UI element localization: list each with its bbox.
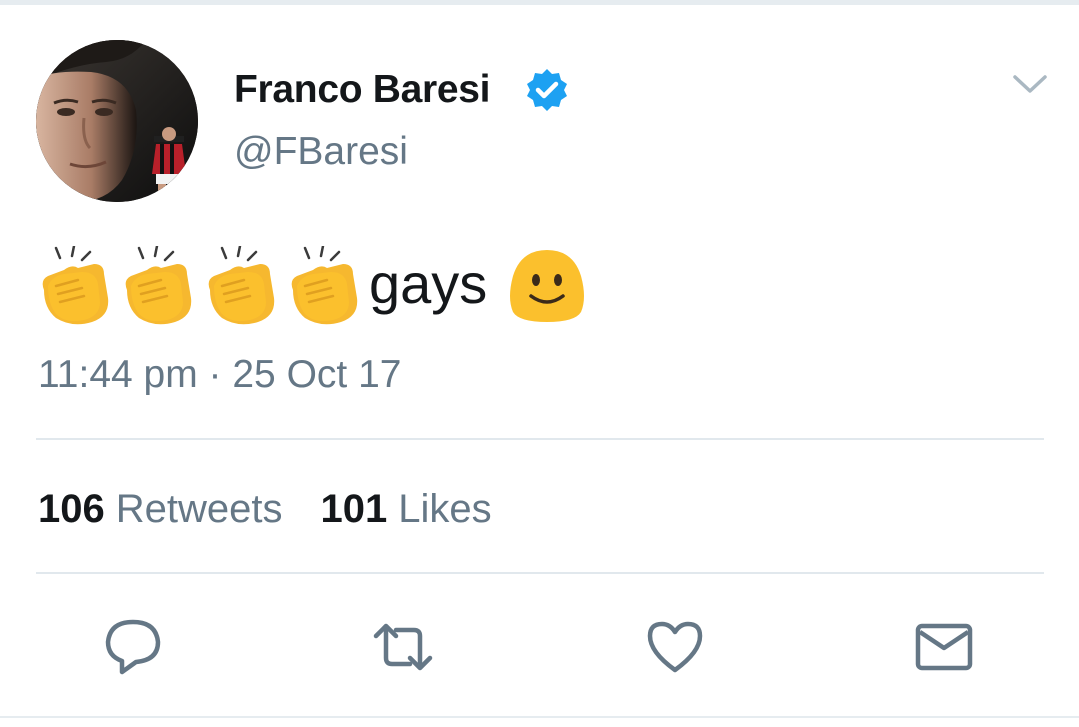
top-border bbox=[0, 0, 1079, 5]
likes-label: Likes bbox=[398, 487, 492, 531]
verified-badge-icon bbox=[524, 67, 570, 113]
retweets-label: Retweets bbox=[115, 487, 283, 531]
retweet-icon[interactable] bbox=[370, 614, 436, 680]
envelope-icon[interactable] bbox=[910, 614, 976, 680]
tweet-timestamp[interactable]: 11:44 pm · 25 Oct 17 bbox=[38, 353, 401, 397]
retweets-stat[interactable]: 106 Retweets bbox=[38, 487, 283, 532]
avatar-photo bbox=[36, 40, 198, 202]
clapping-hands-icon bbox=[38, 244, 116, 326]
tweet-detail-screen: Franco Baresi @FBaresi gays 11:44 pm · 2… bbox=[0, 0, 1079, 727]
slightly-smiling-face-icon bbox=[507, 248, 587, 324]
clapping-hands-icon bbox=[287, 244, 365, 326]
avatar[interactable] bbox=[36, 40, 198, 202]
divider bbox=[36, 438, 1044, 440]
heart-icon[interactable] bbox=[642, 614, 708, 680]
tweet-text: gays bbox=[38, 244, 587, 326]
retweets-count: 106 bbox=[38, 487, 105, 531]
likes-stat[interactable]: 101 Likes bbox=[321, 487, 492, 532]
bottom-border bbox=[0, 716, 1079, 718]
user-handle[interactable]: @FBaresi bbox=[234, 130, 408, 174]
display-name[interactable]: Franco Baresi bbox=[234, 68, 491, 112]
reply-icon[interactable] bbox=[100, 614, 166, 680]
likes-count: 101 bbox=[320, 487, 388, 531]
chevron-down-icon[interactable] bbox=[1012, 72, 1048, 96]
tweet-body-text: gays bbox=[369, 251, 488, 315]
clapping-hands-icon bbox=[121, 244, 199, 326]
tweet-stats: 106 Retweets 101 Likes bbox=[38, 487, 492, 532]
divider bbox=[36, 572, 1044, 574]
clapping-hands-icon bbox=[204, 244, 282, 326]
